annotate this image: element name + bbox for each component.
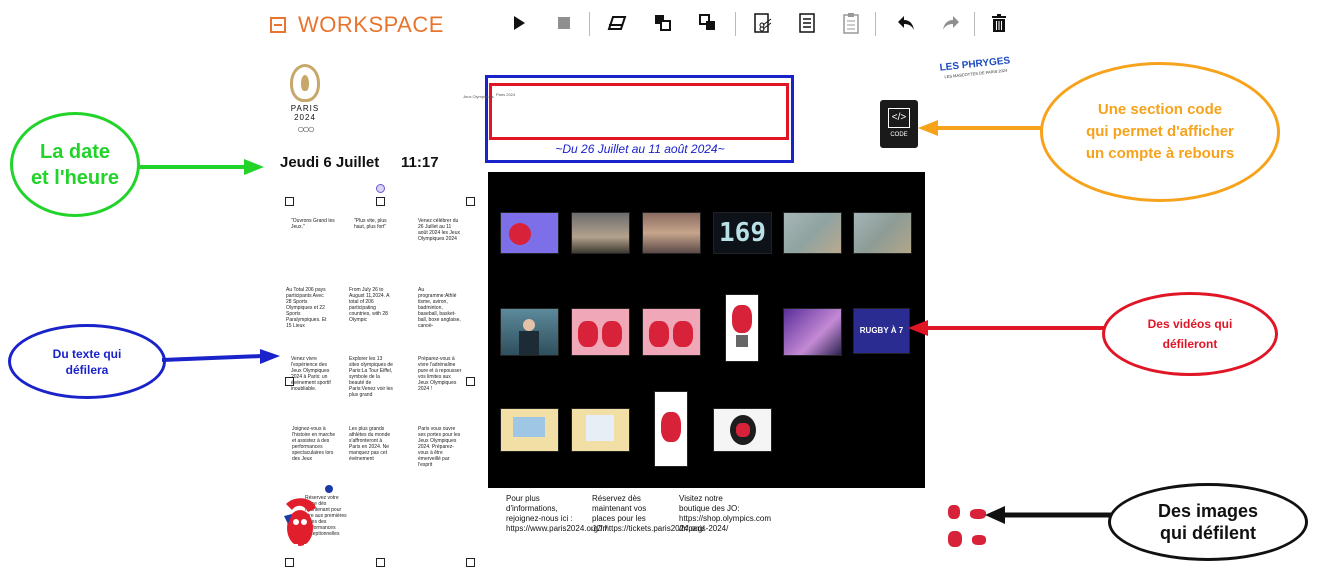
phryge-mascot-image xyxy=(284,498,316,552)
send-back-icon[interactable] xyxy=(693,8,723,38)
footer-tickets-text: Réservez dès maintenant vos places pour … xyxy=(592,494,705,533)
countdown-date-range: ~Du 26 Juillet au 11 août 2024~ xyxy=(555,142,725,156)
annotation-arrow-green xyxy=(138,159,264,175)
resize-handle[interactable] xyxy=(466,377,475,386)
footer-info-text: Pour plus d'informations, rejoignez-nous… xyxy=(506,494,608,533)
video-thumbnail[interactable] xyxy=(853,212,912,254)
video-thumbnail[interactable] xyxy=(500,308,559,356)
cut-icon[interactable] xyxy=(748,8,778,38)
annotation-videos: Des vidéos qui défileront xyxy=(1102,292,1278,376)
video-thumbnail[interactable] xyxy=(713,408,772,452)
annotation-images: Des images qui défilent xyxy=(1108,483,1308,561)
video-thumbnail[interactable] xyxy=(654,391,688,467)
annotation-arrow-blue xyxy=(162,349,280,364)
time-display: 11:17 xyxy=(401,154,439,171)
toolbar-separator xyxy=(875,12,876,36)
scroll-text-cell: Préparez-vous à vivre l'adrénaline pure … xyxy=(418,356,462,392)
annotation-code: Une section code qui permet d'afficher u… xyxy=(1040,62,1280,202)
workspace-label: WORKSPACE xyxy=(298,12,444,37)
annotation-arrow-orange xyxy=(918,120,1043,136)
olympic-rings-icon: ○○○ xyxy=(297,122,315,136)
collapse-icon[interactable] xyxy=(270,17,286,33)
code-block[interactable]: </> CODE xyxy=(880,100,918,148)
undo-icon[interactable] xyxy=(891,8,921,38)
toolbar-separator xyxy=(974,12,975,36)
trash-icon[interactable] xyxy=(984,8,1014,38)
countdown-code-frame[interactable] xyxy=(489,83,789,140)
video-thumbnail[interactable] xyxy=(571,408,630,452)
video-thumbnail[interactable] xyxy=(725,294,759,362)
toolbar-separator xyxy=(589,12,590,36)
video-thumbnail[interactable] xyxy=(500,408,559,452)
redo-icon[interactable] xyxy=(936,8,966,38)
resize-handle[interactable] xyxy=(376,558,385,567)
flame-icon xyxy=(290,64,320,102)
video-thumbnail[interactable] xyxy=(571,212,630,254)
paris-2024-logo: PARIS 2024 ○○○ xyxy=(280,64,330,136)
video-thumbnail-countdown[interactable]: 169 xyxy=(713,212,772,254)
resize-handle[interactable] xyxy=(285,558,294,567)
annotation-text: Du texte qui défilera xyxy=(8,324,166,399)
resize-handle[interactable] xyxy=(466,197,475,206)
resize-handle[interactable] xyxy=(285,197,294,206)
paste-icon[interactable] xyxy=(836,8,866,38)
annotation-arrow-red xyxy=(908,320,1104,336)
toolbar-separator xyxy=(735,12,736,36)
countdown-mini-label: Paris 2024 xyxy=(496,92,516,97)
video-thumbnail[interactable] xyxy=(783,308,842,356)
play-icon[interactable] xyxy=(504,8,534,38)
date-display: Jeudi 6 Juillet xyxy=(280,154,380,171)
scroll-text-cell: "Plus vite, plus haut, plus fort" xyxy=(354,218,387,230)
scroll-text-cell: Les plus grands athlètes du monde s'affr… xyxy=(349,426,391,462)
copy-icon[interactable] xyxy=(792,8,822,38)
annotation-date-time: La date et l'heure xyxy=(10,112,140,217)
workspace-title[interactable]: WORKSPACE xyxy=(270,8,444,42)
image-carousel[interactable] xyxy=(946,505,990,549)
rotate-handle[interactable] xyxy=(376,184,385,193)
scroll-text-cell: Au programme:Athlé tisme, aviron, badmin… xyxy=(418,287,461,329)
video-thumbnail[interactable] xyxy=(571,308,630,356)
resize-handle[interactable] xyxy=(466,558,475,567)
code-icon: </> xyxy=(888,108,910,128)
scroll-text-cell: Paris vous ouvre ses portes pour les Jeu… xyxy=(418,426,461,468)
scroll-text-cell: Venez célébrer du 26 Juillet au 11 août … xyxy=(418,218,460,242)
mascot-cap-icon xyxy=(325,485,333,493)
scroll-text-cell: From July 26 to August 11,2024. A total … xyxy=(349,287,390,323)
video-thumbnail[interactable] xyxy=(783,212,842,254)
logo-text: PARIS 2024 xyxy=(290,104,320,122)
video-thumbnail-rugby[interactable]: RUGBY À 7 xyxy=(853,308,910,354)
scroll-text-cell: Venez vivre l'expérience des Jeux Olympi… xyxy=(291,356,331,392)
scroll-text-cell: Joignez-vous à l'histoire en marche et a… xyxy=(292,426,336,462)
countdown-mini-label: Jeux Olympiques xyxy=(463,94,494,99)
bring-front-icon[interactable] xyxy=(648,8,678,38)
video-carousel[interactable]: 169 RUGBY À 7 xyxy=(488,172,925,488)
scroll-text-cell: Au Total 206 pays participants Avec 28 S… xyxy=(286,287,327,329)
video-thumbnail[interactable] xyxy=(500,212,559,254)
stop-icon[interactable] xyxy=(549,8,579,38)
scroll-text-cell: Explorer les 13 sites olympiques de Pari… xyxy=(349,356,393,398)
video-thumbnail[interactable] xyxy=(642,212,701,254)
annotation-arrow-black xyxy=(985,506,1111,524)
eraser-icon[interactable] xyxy=(602,8,632,38)
video-thumbnail[interactable] xyxy=(642,308,701,356)
resize-handle[interactable] xyxy=(376,197,385,206)
footer-shop-text: Visitez notre boutique des JO: https://s… xyxy=(679,494,772,533)
scroll-text-cell: "Ouvrons Grand les Jeux." xyxy=(291,218,335,230)
code-label: CODE xyxy=(890,132,908,138)
